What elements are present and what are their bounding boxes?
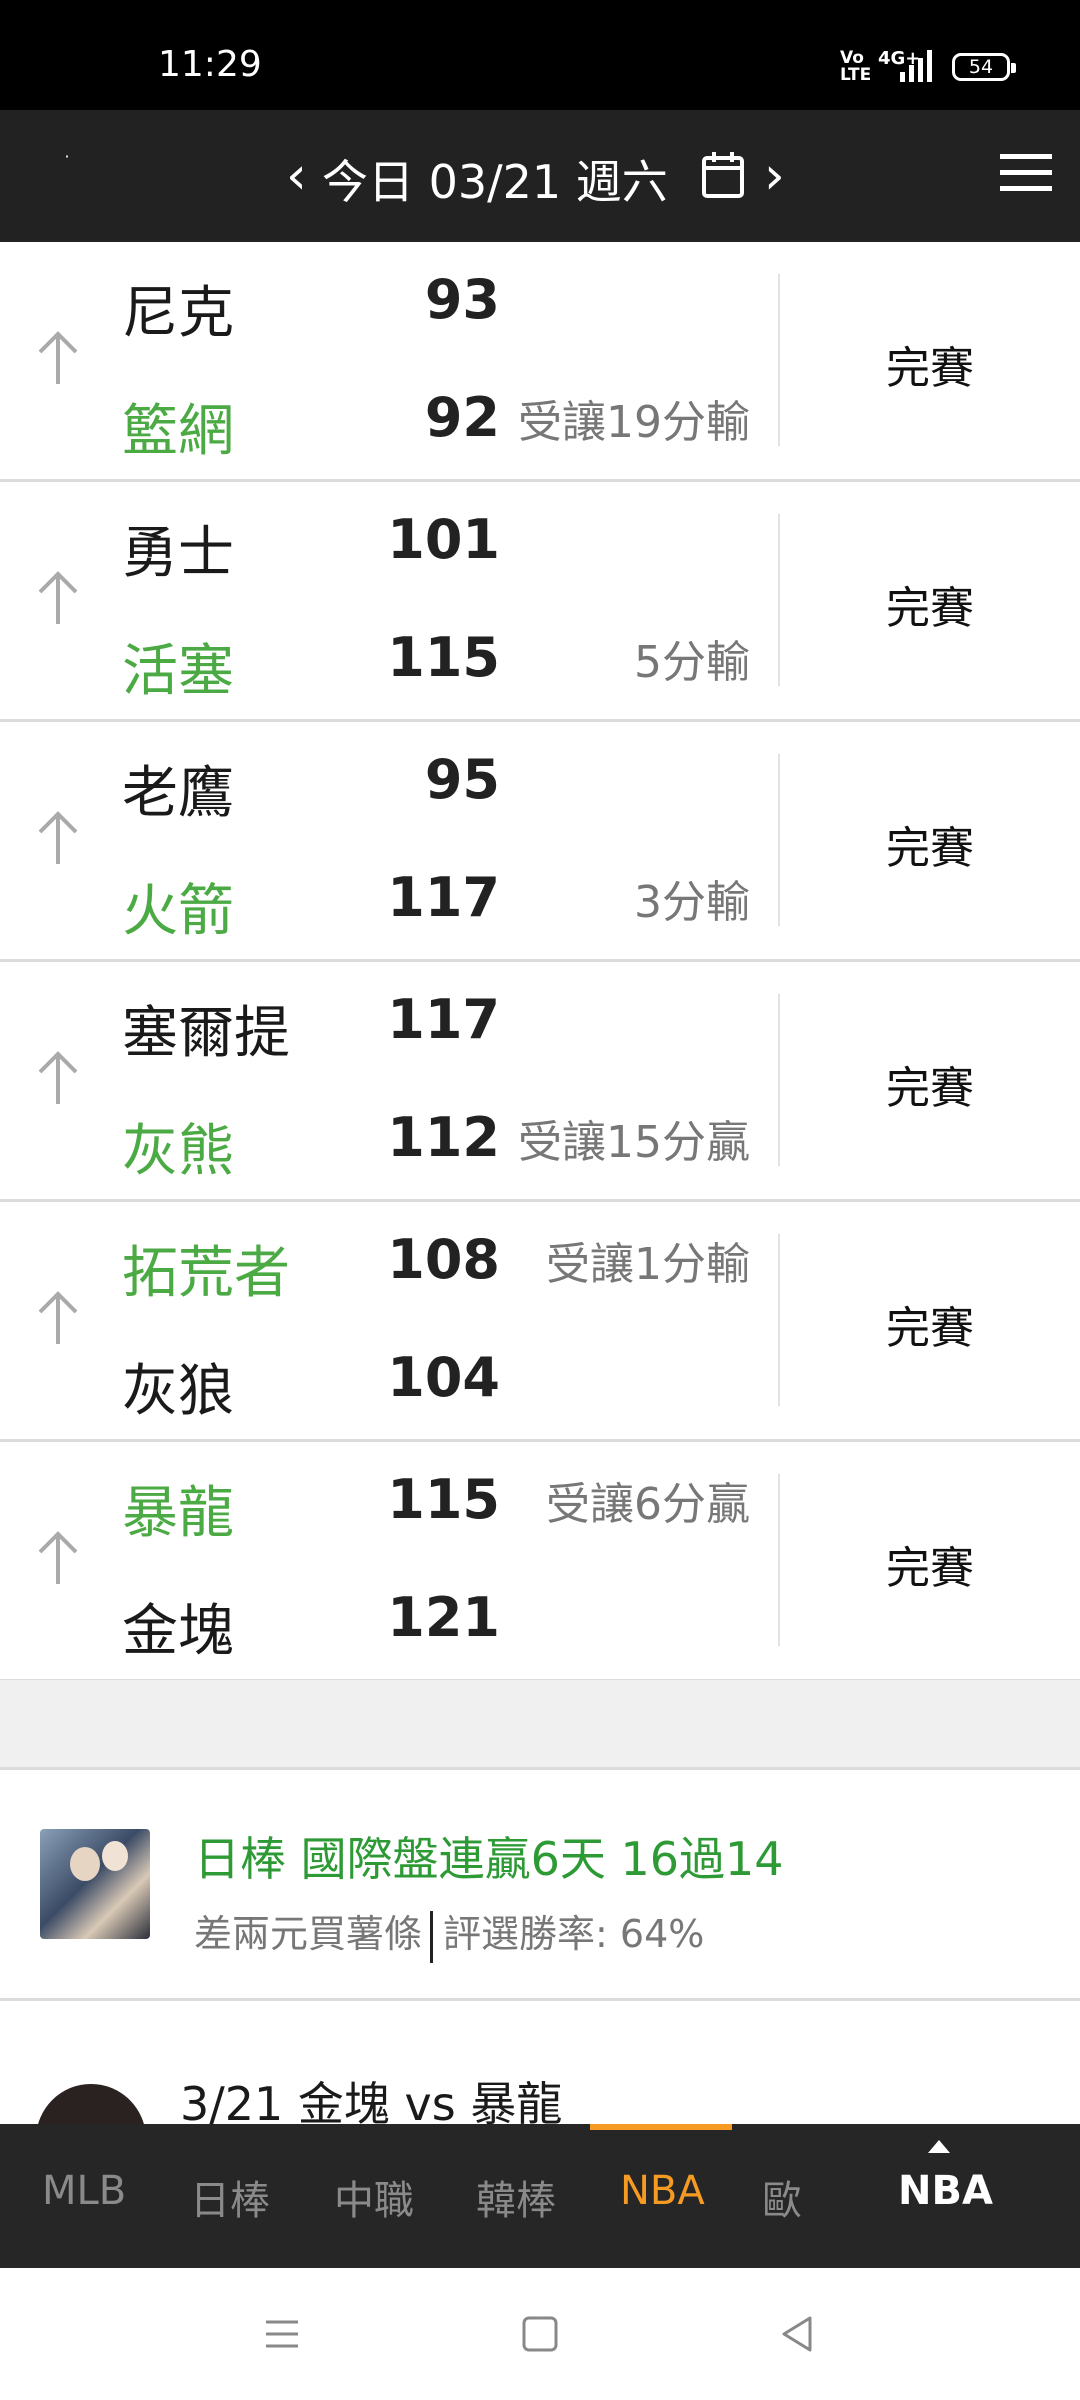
volte-icon: Vo LTE <box>840 48 872 85</box>
home-team: 活塞 <box>122 639 234 704</box>
expert-avatar[interactable] <box>40 1829 150 1939</box>
arrow-up-icon <box>38 1531 78 1584</box>
current-league-button[interactable]: NBA <box>898 2168 993 2214</box>
back-icon[interactable] <box>776 2312 820 2356</box>
away-score: 115 <box>387 1468 500 1531</box>
recents-icon[interactable] <box>260 2312 304 2356</box>
away-team: 勇士 <box>122 521 234 586</box>
away-score: 117 <box>387 988 500 1051</box>
game-row[interactable]: 暴龍 115 受讓6分贏 金塊 121 完賽 <box>0 1442 1080 1682</box>
expert-name: 差兩元買薯條 <box>194 1912 423 1956</box>
game-status: 完賽 <box>886 1063 974 1114</box>
home-score: 117 <box>387 866 500 929</box>
section-spacer <box>0 1680 1080 1770</box>
signal-icon <box>900 50 932 82</box>
game-row[interactable]: 拓荒者 108 受讓1分輸 灰狼 104 完賽 <box>0 1202 1080 1442</box>
home-team: 灰熊 <box>122 1119 234 1184</box>
game-row[interactable]: 尼克 93 籃網 92 受讓19分輸 完賽 <box>0 242 1080 482</box>
game-status: 完賽 <box>886 1303 974 1354</box>
active-tab-indicator <box>590 2124 732 2130</box>
tab-nba[interactable]: NBA <box>620 2168 705 2214</box>
menu-icon[interactable] <box>1000 154 1052 194</box>
calendar-icon[interactable] <box>700 150 746 200</box>
league-tab-bar: MLB 日棒 中職 韓棒 NBA 歐 NBA <box>0 2124 1080 2268</box>
home-team: 籃網 <box>122 399 234 464</box>
away-score: 95 <box>424 748 500 811</box>
system-nav-bar <box>0 2268 1080 2400</box>
tab-kbo[interactable]: 韓棒 <box>476 2168 556 2226</box>
arrow-up-icon <box>38 1051 78 1104</box>
home-icon[interactable] <box>518 2312 562 2356</box>
home-note: 受讓15分贏 <box>518 1117 750 1168</box>
away-note: 受讓1分輸 <box>546 1239 750 1290</box>
home-note: 5分輸 <box>634 637 750 688</box>
game-row[interactable]: 勇士 101 活塞 115 5分輸 完賽 <box>0 482 1080 722</box>
arrow-up-icon <box>38 331 78 384</box>
logo-mark: ˙ <box>62 152 72 176</box>
article-title[interactable]: 3/21 金塊 vs 暴龍 <box>180 2068 562 2124</box>
away-score: 101 <box>387 508 500 571</box>
game-row[interactable]: 老鷹 95 火箭 117 3分輸 完賽 <box>0 722 1080 962</box>
arrow-up-icon <box>38 571 78 624</box>
expert-card[interactable]: 日棒 國際盤連贏6天 16過14 差兩元買薯條 評選勝率: 64% <box>0 1773 1080 2001</box>
app-header: ˙ ‹ 今日 03/21 週六 › <box>0 110 1080 242</box>
next-day-button[interactable]: › <box>764 146 785 206</box>
article-thumbnail <box>36 2084 146 2124</box>
arrow-up-icon <box>38 1291 78 1344</box>
caret-up-icon <box>928 2140 950 2153</box>
status-bar: 11:29 Vo LTE 4G+ 54 <box>0 0 1080 110</box>
away-score: 108 <box>387 1228 500 1291</box>
home-note: 受讓19分輸 <box>518 397 750 448</box>
home-team: 火箭 <box>122 879 234 944</box>
battery-icon: 54 <box>952 53 1016 81</box>
away-team: 尼克 <box>122 281 234 346</box>
home-score: 92 <box>424 386 500 449</box>
away-team: 塞爾提 <box>122 1001 290 1066</box>
prev-day-button[interactable]: ‹ <box>286 146 307 206</box>
tab-cpbl[interactable]: 中職 <box>334 2168 414 2226</box>
separator <box>430 1910 434 1963</box>
clock: 11:29 <box>158 44 262 85</box>
away-note: 受讓6分贏 <box>546 1479 750 1530</box>
game-status: 完賽 <box>886 343 974 394</box>
date-title[interactable]: 今日 03/21 週六 <box>322 146 668 212</box>
home-score: 104 <box>387 1346 500 1409</box>
arrow-up-icon <box>38 811 78 864</box>
home-score: 121 <box>387 1586 500 1649</box>
away-score: 93 <box>424 268 500 331</box>
home-team: 灰狼 <box>122 1359 234 1424</box>
tab-mlb[interactable]: MLB <box>42 2168 126 2214</box>
game-status: 完賽 <box>886 583 974 634</box>
game-row[interactable]: 塞爾提 117 灰熊 112 受讓15分贏 完賽 <box>0 962 1080 1202</box>
expert-headline[interactable]: 日棒 國際盤連贏6天 16過14 <box>194 1823 784 1889</box>
home-score: 112 <box>387 1106 500 1169</box>
away-team: 暴龍 <box>122 1481 234 1546</box>
tab-npb[interactable]: 日棒 <box>190 2168 270 2226</box>
home-score: 115 <box>387 626 500 689</box>
tab-euro[interactable]: 歐 <box>762 2168 802 2226</box>
home-note: 3分輸 <box>634 877 750 928</box>
away-team: 老鷹 <box>122 761 234 826</box>
expert-meta: 差兩元買薯條 評選勝率: 64% <box>194 1903 704 1963</box>
away-team: 拓荒者 <box>122 1241 290 1306</box>
article-item[interactable]: 3/21 金塊 vs 暴龍 <box>0 2004 1080 2124</box>
game-status: 完賽 <box>886 823 974 874</box>
expert-win-rate: 評選勝率: 64% <box>443 1912 705 1956</box>
home-team: 金塊 <box>122 1599 234 1664</box>
game-status: 完賽 <box>886 1543 974 1594</box>
